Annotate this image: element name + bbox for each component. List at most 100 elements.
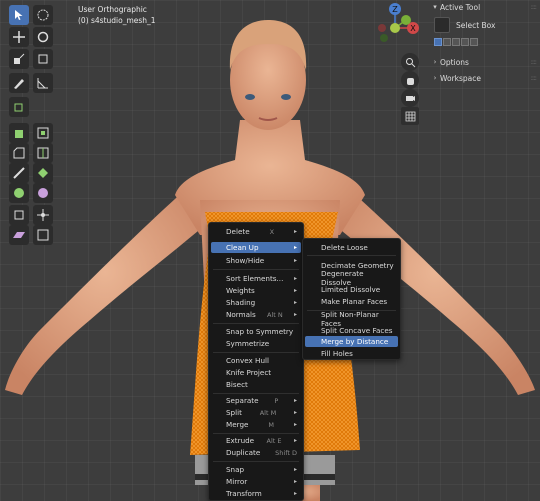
chevron-right-icon: ▸ bbox=[293, 397, 297, 404]
poly-build-icon[interactable] bbox=[33, 163, 53, 183]
menu-item-snap[interactable]: Snap ▸ bbox=[211, 464, 301, 475]
spin-icon[interactable] bbox=[9, 183, 29, 203]
hand-icon[interactable] bbox=[401, 71, 419, 89]
mode-subtract-button[interactable] bbox=[452, 38, 460, 46]
viewport-info: User Orthographic (0) s4studio_mesh_1 bbox=[78, 4, 156, 26]
object-name: (0) s4studio_mesh_1 bbox=[78, 16, 156, 25]
menu-separator bbox=[213, 433, 299, 434]
menu-item-merge[interactable]: Merge M ▸ bbox=[211, 419, 301, 430]
mode-extend-button[interactable] bbox=[443, 38, 451, 46]
menu-item-duplicate[interactable]: Duplicate Shift D bbox=[211, 447, 301, 458]
select-box-icon[interactable] bbox=[9, 5, 29, 25]
zoom-icon[interactable] bbox=[401, 53, 419, 71]
menu-item-knife-project[interactable]: Knife Project bbox=[211, 367, 301, 378]
scale-icon[interactable] bbox=[9, 49, 29, 69]
measure-icon[interactable] bbox=[33, 73, 53, 93]
menu-item-clean-up[interactable]: Clean Up ▸ bbox=[211, 242, 301, 253]
menu-item-split-concave-faces[interactable]: Split Concave Faces bbox=[305, 325, 398, 336]
chevron-right-icon: › bbox=[433, 74, 437, 82]
menu-item-show-hide[interactable]: Show/Hide ▸ bbox=[211, 255, 301, 266]
chevron-down-icon: ▾ bbox=[433, 3, 437, 11]
mode-new-button[interactable] bbox=[434, 38, 442, 46]
transform-icon[interactable] bbox=[33, 49, 53, 69]
drag-handle-icon[interactable]: :::: bbox=[531, 74, 538, 82]
menu-separator bbox=[213, 461, 299, 462]
menu-separator bbox=[213, 323, 299, 324]
menu-item-split-non-planar-faces[interactable]: Split Non-Planar Faces bbox=[305, 310, 398, 328]
chevron-right-icon: ▸ bbox=[293, 421, 297, 428]
y-axis-icon bbox=[401, 15, 411, 25]
menu-separator bbox=[213, 393, 299, 394]
chevron-right-icon: ▸ bbox=[293, 466, 297, 473]
loop-cut-icon[interactable] bbox=[33, 143, 53, 163]
edge-slide-icon[interactable] bbox=[9, 205, 29, 225]
options-header[interactable]: › Options :::: bbox=[430, 55, 540, 69]
edit-context-menu: Delete X ▸ Clean Up ▸ Show/Hide ▸ Sort Eleme… bbox=[208, 222, 304, 501]
sidebar-panel: ▾ Active Tool :::: Select Box › Options … bbox=[430, 0, 540, 501]
menu-item-sort-elements[interactable]: Sort Elements... ▸ bbox=[211, 273, 301, 284]
chevron-right-icon: ▸ bbox=[293, 478, 297, 485]
menu-item-mirror[interactable]: Mirror ▸ bbox=[211, 476, 301, 487]
chevron-right-icon: ▸ bbox=[293, 275, 297, 282]
menu-separator bbox=[213, 269, 299, 270]
menu-item-fill-holes[interactable]: Fill Holes bbox=[305, 348, 398, 359]
select-box-label: Select Box bbox=[456, 21, 496, 30]
add-cube-icon[interactable] bbox=[9, 97, 29, 117]
menu-item-weights[interactable]: Weights ▸ bbox=[211, 285, 301, 296]
menu-separator bbox=[307, 255, 396, 256]
selection-mode-buttons bbox=[434, 38, 478, 46]
chevron-right-icon: ▸ bbox=[293, 257, 297, 264]
menu-item-transform[interactable]: Transform ▸ bbox=[211, 488, 301, 499]
extrude-icon[interactable] bbox=[9, 123, 29, 143]
bevel-icon[interactable] bbox=[9, 143, 29, 163]
chevron-right-icon: › bbox=[433, 58, 437, 66]
menu-item-symmetrize[interactable]: Symmetrize bbox=[211, 338, 301, 349]
chevron-right-icon: ▸ bbox=[293, 409, 297, 416]
grid-icon[interactable] bbox=[401, 107, 419, 125]
view-name: User Orthographic bbox=[78, 5, 147, 14]
chevron-right-icon: ▸ bbox=[293, 228, 297, 235]
menu-item-delete-loose[interactable]: Delete Loose bbox=[305, 242, 398, 253]
shrink-fatten-icon[interactable] bbox=[33, 205, 53, 225]
chevron-right-icon: ▸ bbox=[293, 437, 297, 444]
menu-separator bbox=[213, 352, 299, 353]
menu-item-convex-hull[interactable]: Convex Hull bbox=[211, 355, 301, 366]
annotate-icon[interactable] bbox=[9, 73, 29, 93]
clean-up-submenu: Delete Loose Decimate Geometry Degenerat… bbox=[302, 238, 401, 360]
knife-icon[interactable] bbox=[9, 163, 29, 183]
inset-icon[interactable] bbox=[33, 123, 53, 143]
shear-icon[interactable] bbox=[9, 225, 29, 245]
menu-item-degenerate-dissolve[interactable]: Degenerate Dissolve bbox=[305, 269, 398, 287]
navigation-gizmo[interactable]: Z X bbox=[372, 0, 422, 46]
menu-item-delete[interactable]: Delete X ▸ bbox=[211, 226, 301, 237]
menu-item-separate[interactable]: Separate P ▸ bbox=[211, 395, 301, 406]
menu-item-split[interactable]: Split Alt M ▸ bbox=[211, 407, 301, 418]
menu-item-normals[interactable]: Normals Alt N ▸ bbox=[211, 309, 301, 320]
chevron-right-icon: ▸ bbox=[293, 287, 297, 294]
smooth-icon[interactable] bbox=[33, 183, 53, 203]
select-box-tool-icon[interactable] bbox=[434, 17, 450, 33]
menu-item-make-planar-faces[interactable]: Make Planar Faces bbox=[305, 296, 398, 307]
workspace-header[interactable]: › Workspace :::: bbox=[430, 71, 540, 85]
active-tool-header[interactable]: ▾ Active Tool :::: bbox=[430, 0, 540, 14]
cursor-icon[interactable] bbox=[33, 5, 53, 25]
drag-handle-icon[interactable]: :::: bbox=[531, 58, 538, 66]
menu-item-snap-to-symmetry[interactable]: Snap to Symmetry bbox=[211, 326, 301, 337]
chevron-right-icon: ▸ bbox=[293, 244, 297, 251]
move-icon[interactable] bbox=[9, 27, 29, 47]
drag-handle-icon[interactable]: :::: bbox=[531, 3, 538, 11]
menu-item-limited-dissolve[interactable]: Limited Dissolve bbox=[305, 284, 398, 295]
menu-item-shading[interactable]: Shading ▸ bbox=[211, 297, 301, 308]
menu-item-extrude[interactable]: Extrude Alt E ▸ bbox=[211, 435, 301, 446]
chevron-right-icon: ▸ bbox=[293, 490, 297, 497]
menu-item-merge-by-distance[interactable]: Merge by Distance bbox=[305, 336, 398, 347]
rip-icon[interactable] bbox=[33, 225, 53, 245]
mode-intersect-button[interactable] bbox=[470, 38, 478, 46]
menu-item-bisect[interactable]: Bisect bbox=[211, 379, 301, 390]
mode-invert-button[interactable] bbox=[461, 38, 469, 46]
z-axis-label: Z bbox=[392, 5, 398, 14]
3d-viewport[interactable]: User Orthographic (0) s4studio_mesh_1 Z bbox=[0, 0, 540, 501]
chevron-right-icon: ▸ bbox=[293, 311, 297, 318]
rotate-icon[interactable] bbox=[33, 27, 53, 47]
camera-icon[interactable] bbox=[401, 89, 419, 107]
